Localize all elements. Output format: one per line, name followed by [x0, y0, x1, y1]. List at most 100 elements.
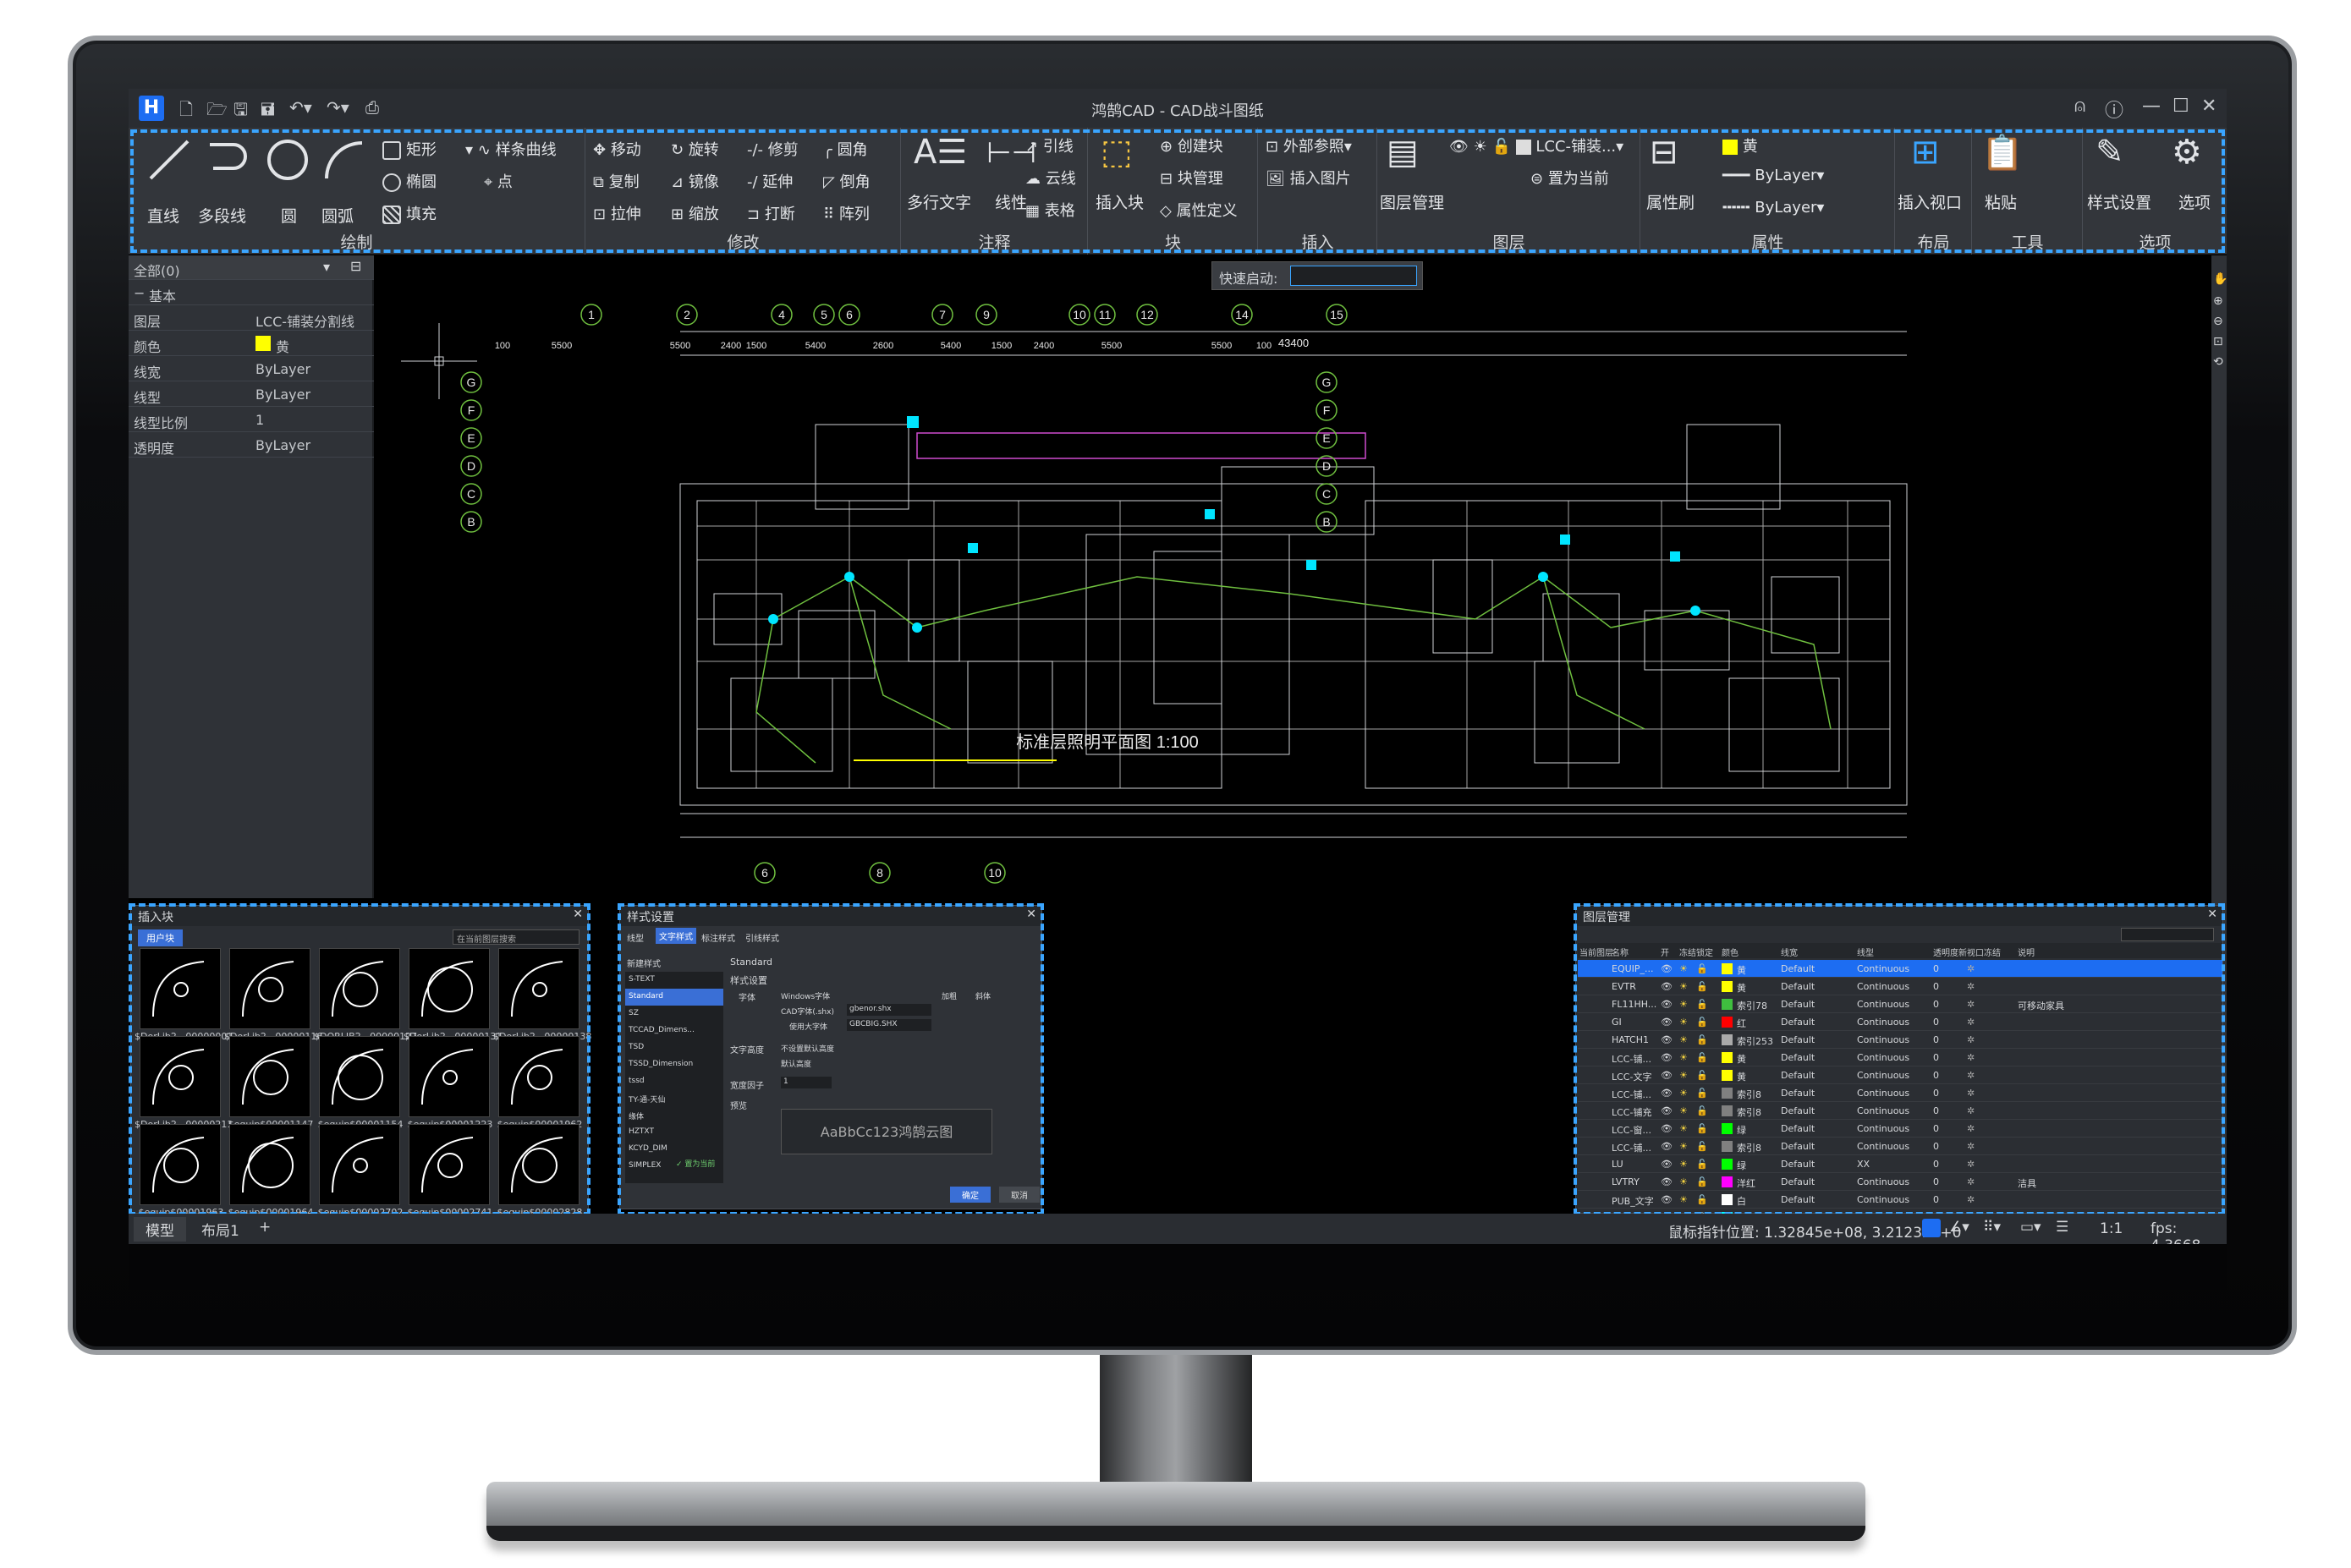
layer-lineweight[interactable]: Default: [1781, 1123, 1815, 1134]
viewport-freeze-icon[interactable]: ✲: [1967, 1159, 1975, 1170]
tab-text-style[interactable]: 文字样式: [656, 928, 696, 944]
sun-icon[interactable]: ☀: [1679, 981, 1688, 992]
style-settings-icon[interactable]: ✎: [2096, 133, 2124, 172]
sun-icon[interactable]: ☀: [1679, 1034, 1688, 1045]
layer-lineweight[interactable]: Default: [1781, 963, 1815, 974]
tab-dim-style[interactable]: 标注样式: [701, 931, 735, 944]
sun-icon[interactable]: ☀: [1679, 1141, 1688, 1152]
close-icon[interactable]: ✕: [1026, 907, 1036, 921]
shx-font-select[interactable]: gbenor.shx: [847, 1004, 931, 1016]
tab-linetype[interactable]: 线型: [627, 931, 644, 944]
block-thumbnail[interactable]: [319, 948, 400, 1029]
block-thumbnail[interactable]: [409, 1124, 490, 1205]
linetype-dropdown[interactable]: ╍╍╍ ByLayer▾: [1722, 199, 1824, 217]
tab-model[interactable]: 模型: [134, 1217, 186, 1242]
layer-color-swatch[interactable]: [1722, 1159, 1733, 1170]
break-button[interactable]: ⊐ 打断: [747, 202, 795, 224]
lock-icon[interactable]: 🔓: [1696, 1034, 1708, 1045]
prop-lt-scale[interactable]: 线型比例 1: [129, 408, 374, 432]
style-list-item[interactable]: TSD: [625, 1039, 723, 1056]
tab-layout1[interactable]: 布局1: [190, 1217, 251, 1242]
eye-icon[interactable]: 👁: [1661, 1070, 1673, 1081]
lock-icon[interactable]: 🔓: [1696, 1194, 1708, 1205]
eye-icon[interactable]: 👁: [1661, 981, 1673, 992]
layer-row[interactable]: GI 👁 ☀ 🔓 红 Default Continuous 0 ✲: [1578, 1013, 2222, 1031]
layer-row[interactable]: PUB_文字 👁 ☀ 🔓 白 Default Continuous 0 ✲: [1578, 1191, 2222, 1209]
color-dropdown[interactable]: 黄: [1722, 134, 1758, 156]
close-icon[interactable]: ✕: [2207, 907, 2217, 921]
block-thumbnail[interactable]: [409, 1036, 490, 1117]
layer-row[interactable]: LVTRY 👁 ☀ 🔓 洋红 Default Continuous 0 ✲ 洁具: [1578, 1173, 2222, 1191]
grid-icon[interactable]: ⠿▾: [1983, 1219, 2001, 1236]
point-button[interactable]: ⌖ 点: [484, 170, 513, 192]
style-list-item[interactable]: tssd: [625, 1073, 723, 1090]
eye-icon[interactable]: 👁: [1661, 999, 1673, 1010]
attr-define-button[interactable]: ◇ 属性定义: [1160, 199, 1238, 221]
layer-transparency[interactable]: 0: [1933, 1070, 1939, 1081]
leader-button[interactable]: ↗ 引线: [1025, 134, 1074, 156]
maximize-icon[interactable]: ☐: [2172, 96, 2189, 117]
circle-button[interactable]: 圆: [281, 204, 297, 227]
layer-linetype[interactable]: Continuous: [1857, 999, 1909, 1010]
menu-icon[interactable]: ☰: [2056, 1219, 2068, 1236]
insert-block-button[interactable]: 插入块: [1096, 190, 1144, 213]
layer-header-cell[interactable]: 线宽: [1781, 946, 1798, 958]
fill-button[interactable]: 填充: [382, 202, 437, 224]
layer-linetype[interactable]: Continuous: [1857, 1194, 1909, 1205]
lock-icon[interactable]: 🔓: [1696, 999, 1708, 1010]
paste-icon[interactable]: 📋: [1981, 133, 2024, 173]
layer-header-cell[interactable]: 线型: [1857, 946, 1874, 958]
layer-lineweight[interactable]: Default: [1781, 1088, 1815, 1099]
width-factor-input[interactable]: 1: [781, 1077, 832, 1088]
layer-header-cell[interactable]: 冻结: [1679, 946, 1696, 958]
mirror-button[interactable]: ⊿ 镜像: [671, 170, 719, 192]
help-icon[interactable]: ⓘ: [2105, 96, 2123, 123]
layer-linetype[interactable]: Continuous: [1857, 1105, 1909, 1116]
layer-row[interactable]: EQUIP_... 👁 ☀ 🔓 黄 Default Continuous 0 ✲: [1578, 960, 2222, 978]
layer-row[interactable]: LCC-铺... 👁 ☀ 🔓 索引8 Default Continuous 0 ✲: [1578, 1138, 2222, 1155]
viewport-freeze-icon[interactable]: ✲: [1967, 999, 1975, 1010]
layer-linetype[interactable]: Continuous: [1857, 1176, 1909, 1187]
style-list-item[interactable]: TCCAD_Dimens...: [625, 1022, 723, 1039]
ellipse-button[interactable]: 椭圆: [382, 170, 437, 192]
lock-icon[interactable]: 🔓: [1696, 963, 1708, 974]
cad-font-radio[interactable]: CAD字体(.shx): [781, 1006, 834, 1017]
layer-color-swatch[interactable]: [1722, 1194, 1733, 1205]
line-button[interactable]: 直线: [147, 204, 179, 227]
mtext-icon[interactable]: A☰: [914, 133, 967, 172]
layer-color-swatch[interactable]: [1722, 963, 1733, 974]
create-block-button[interactable]: ⊕ 创建块: [1160, 134, 1223, 156]
layer-row[interactable]: LCC-窗... 👁 ☀ 🔓 绿 Default Continuous 0 ✲: [1578, 1120, 2222, 1138]
layer-linetype[interactable]: Continuous: [1857, 1141, 1909, 1152]
new-style-button[interactable]: 新建样式: [627, 957, 661, 969]
close-icon[interactable]: ✕: [573, 907, 583, 921]
layer-linetype[interactable]: Continuous: [1857, 963, 1909, 974]
layer-manager-icon[interactable]: ▤: [1387, 133, 1419, 172]
viewport-freeze-icon[interactable]: ✲: [1967, 1088, 1975, 1099]
match-prop-icon[interactable]: ⊟: [1650, 133, 1678, 172]
layer-transparency[interactable]: 0: [1933, 1034, 1939, 1045]
insert-image-button[interactable]: 🖼 插入图片: [1266, 167, 1351, 189]
eye-icon[interactable]: 👁: [1661, 1017, 1673, 1028]
no-height-radio[interactable]: 不设置默认高度: [781, 1043, 834, 1054]
layer-transparency[interactable]: 0: [1933, 1194, 1939, 1205]
block-thumbnail[interactable]: [140, 948, 221, 1029]
layer-linetype[interactable]: Continuous: [1857, 1034, 1909, 1045]
style-list-item[interactable]: TY-通-天仙: [625, 1090, 723, 1107]
windows-font-radio[interactable]: Windows字体: [781, 990, 830, 1001]
block-thumbnail[interactable]: [498, 1036, 580, 1117]
pan-icon[interactable]: ✋: [2213, 272, 2227, 286]
viewport-freeze-icon[interactable]: ✲: [1967, 1070, 1975, 1081]
lock-icon[interactable]: 🔓: [1696, 1176, 1708, 1187]
prop-layer[interactable]: 图层 LCC-铺装分割线: [129, 306, 374, 331]
lock-icon[interactable]: 🔓: [1696, 1017, 1708, 1028]
layer-transparency[interactable]: 0: [1933, 1123, 1939, 1134]
eye-icon[interactable]: 👁: [1661, 1052, 1673, 1063]
workspace-icon[interactable]: ▭▾: [2020, 1219, 2041, 1236]
layer-color-swatch[interactable]: [1722, 1088, 1733, 1099]
circle-icon[interactable]: [264, 136, 311, 184]
eye-icon[interactable]: 👁: [1661, 1105, 1673, 1116]
viewport-freeze-icon[interactable]: ✲: [1967, 1194, 1975, 1205]
layer-lineweight[interactable]: Default: [1781, 1034, 1815, 1045]
layer-linetype[interactable]: Continuous: [1857, 1052, 1909, 1063]
